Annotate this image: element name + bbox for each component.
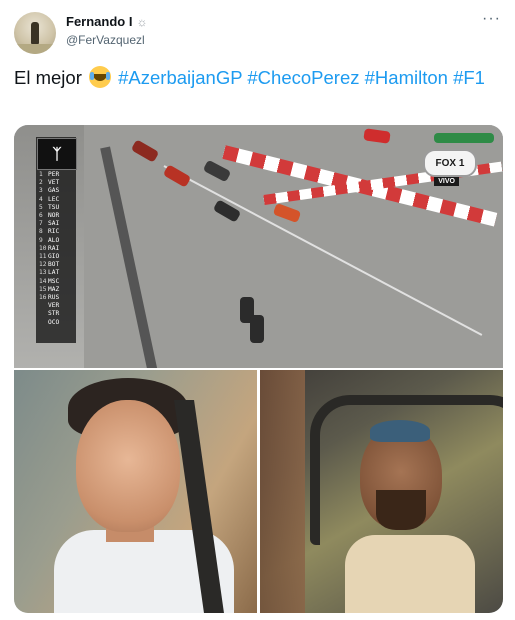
- hashtag-checoperez[interactable]: #ChecoPerez: [247, 67, 359, 88]
- standings-position: 11: [39, 253, 47, 261]
- standings-row: 14 MSC: [36, 278, 76, 286]
- standings-driver-code: BOT: [48, 261, 60, 269]
- standings-row: VER: [36, 302, 76, 310]
- standings-row: STR: [36, 310, 76, 318]
- beard: [376, 490, 426, 530]
- standings-driver-code: STR: [48, 310, 60, 318]
- standings-row: 4 LEC: [36, 196, 76, 204]
- standings-driver-code: TSU: [48, 203, 60, 211]
- sun-icon: ☼: [136, 14, 148, 29]
- standings-driver-code: MSC: [48, 277, 60, 285]
- standings-driver-code: OCO: [48, 318, 60, 326]
- standings-position: 13: [39, 269, 47, 277]
- race-car: [250, 315, 264, 343]
- display-name-row[interactable]: Fernando I ☼: [66, 14, 147, 29]
- standings-driver-code: RUS: [48, 294, 60, 302]
- standings-driver-code: MAZ: [48, 285, 60, 293]
- standings-position: 9: [39, 236, 43, 244]
- media-grid[interactable]: ᛉ 1 PER 2 VET 3 GAS 4 LEC 5 TSU 6 NOR 7 SAI 8 RIC 9 ALO 10…: [14, 125, 503, 613]
- standings-position: 8: [39, 228, 43, 236]
- fox-logo: FOX 1: [423, 149, 477, 177]
- standings-row: 7 SAI: [36, 220, 76, 228]
- standings-driver-code: VER: [48, 302, 60, 310]
- standings-position: 10: [39, 244, 47, 252]
- standings-position: 3: [39, 187, 43, 195]
- shirt: [345, 535, 475, 613]
- standings-driver-code: ALO: [48, 236, 60, 244]
- standings-position: 4: [39, 195, 43, 203]
- race-broadcast-image[interactable]: ᛉ 1 PER 2 VET 3 GAS 4 LEC 5 TSU 6 NOR 7 SAI 8 RIC 9 ALO 10…: [14, 125, 503, 369]
- standings-driver-code: GIO: [48, 253, 60, 261]
- standings-position: 5: [39, 203, 43, 211]
- fox-logo-num: 1: [458, 157, 465, 169]
- f1-broadcast-logo-icon: ᛉ: [37, 138, 77, 170]
- standings-driver-code: SAI: [48, 220, 60, 228]
- standings-row: 5 TSU: [36, 204, 76, 212]
- tweet-text-plain: El mejor: [14, 67, 82, 88]
- standings-row: 10 RAI: [36, 245, 76, 253]
- hashtag-hamilton[interactable]: #Hamilton: [365, 67, 448, 88]
- standings-row: 2 VET: [36, 179, 76, 187]
- laughing-tears-emoji-icon: [89, 66, 111, 88]
- standings-position: 1: [39, 171, 43, 178]
- avatar-figure: [31, 22, 39, 44]
- hamilton-photo[interactable]: [260, 370, 503, 613]
- standings-position: 14: [39, 277, 47, 285]
- standings-tower: ᛉ 1 PER 2 VET 3 GAS 4 LEC 5 TSU 6 NOR 7 SAI 8 RIC 9 ALO 10…: [36, 137, 77, 343]
- standings-driver-code: LAT: [48, 269, 60, 277]
- tweet: Fernando I ☼ @FerVazquezl ··· El mejor #…: [0, 0, 515, 620]
- standings-driver-code: LEC: [48, 195, 60, 203]
- live-badge: VIVO: [434, 177, 459, 186]
- tweet-text: El mejor #AzerbaijanGP #ChecoPerez #Hami…: [14, 65, 502, 90]
- standings-position: 16: [39, 294, 47, 302]
- standings-row: 6 NOR: [36, 212, 76, 220]
- standings-row: OCO: [36, 319, 76, 327]
- foreground-blur: [260, 370, 305, 613]
- standings-position: 2: [39, 179, 43, 187]
- standings-driver-code: VET: [48, 179, 60, 187]
- race-car: [434, 133, 494, 143]
- standings-position: 12: [39, 261, 47, 269]
- avatar[interactable]: [14, 12, 56, 54]
- standings-driver-code: RAI: [48, 244, 60, 252]
- standings-row: 9 ALO: [36, 237, 76, 245]
- standings-row: 16 RUS: [36, 294, 76, 302]
- standings-driver-code: RIC: [48, 228, 60, 236]
- standings-driver-code: PER: [48, 171, 60, 178]
- standings-row: 13 LAT: [36, 269, 76, 277]
- standings-driver-code: NOR: [48, 212, 60, 220]
- face: [76, 400, 180, 532]
- user-handle[interactable]: @FerVazquezl: [66, 33, 145, 47]
- standings-position: 15: [39, 285, 47, 293]
- more-icon[interactable]: ···: [482, 10, 501, 28]
- standings-list: 1 PER 2 VET 3 GAS 4 LEC 5 TSU 6 NOR 7 SAI 8 RIC 9 ALO 10 RA…: [36, 171, 76, 327]
- avatar-ground: [14, 44, 56, 54]
- checo-perez-photo[interactable]: [14, 370, 257, 613]
- display-name[interactable]: Fernando I: [66, 14, 132, 29]
- standings-row: 15 MAZ: [36, 286, 76, 294]
- standings-row: 11 GIO: [36, 253, 76, 261]
- standings-driver-code: GAS: [48, 187, 60, 195]
- standings-row: 3 GAS: [36, 187, 76, 195]
- hair: [370, 420, 430, 442]
- standings-position: 7: [39, 220, 43, 228]
- hashtag-azerbaijangp[interactable]: #AzerbaijanGP: [118, 67, 242, 88]
- standings-row: 12 BOT: [36, 261, 76, 269]
- hashtag-f1[interactable]: #F1: [453, 67, 485, 88]
- standings-row: 1 PER: [36, 171, 76, 179]
- standings-row: 8 RIC: [36, 228, 76, 236]
- fox-logo-text: FOX: [435, 157, 457, 169]
- standings-position: 6: [39, 212, 43, 220]
